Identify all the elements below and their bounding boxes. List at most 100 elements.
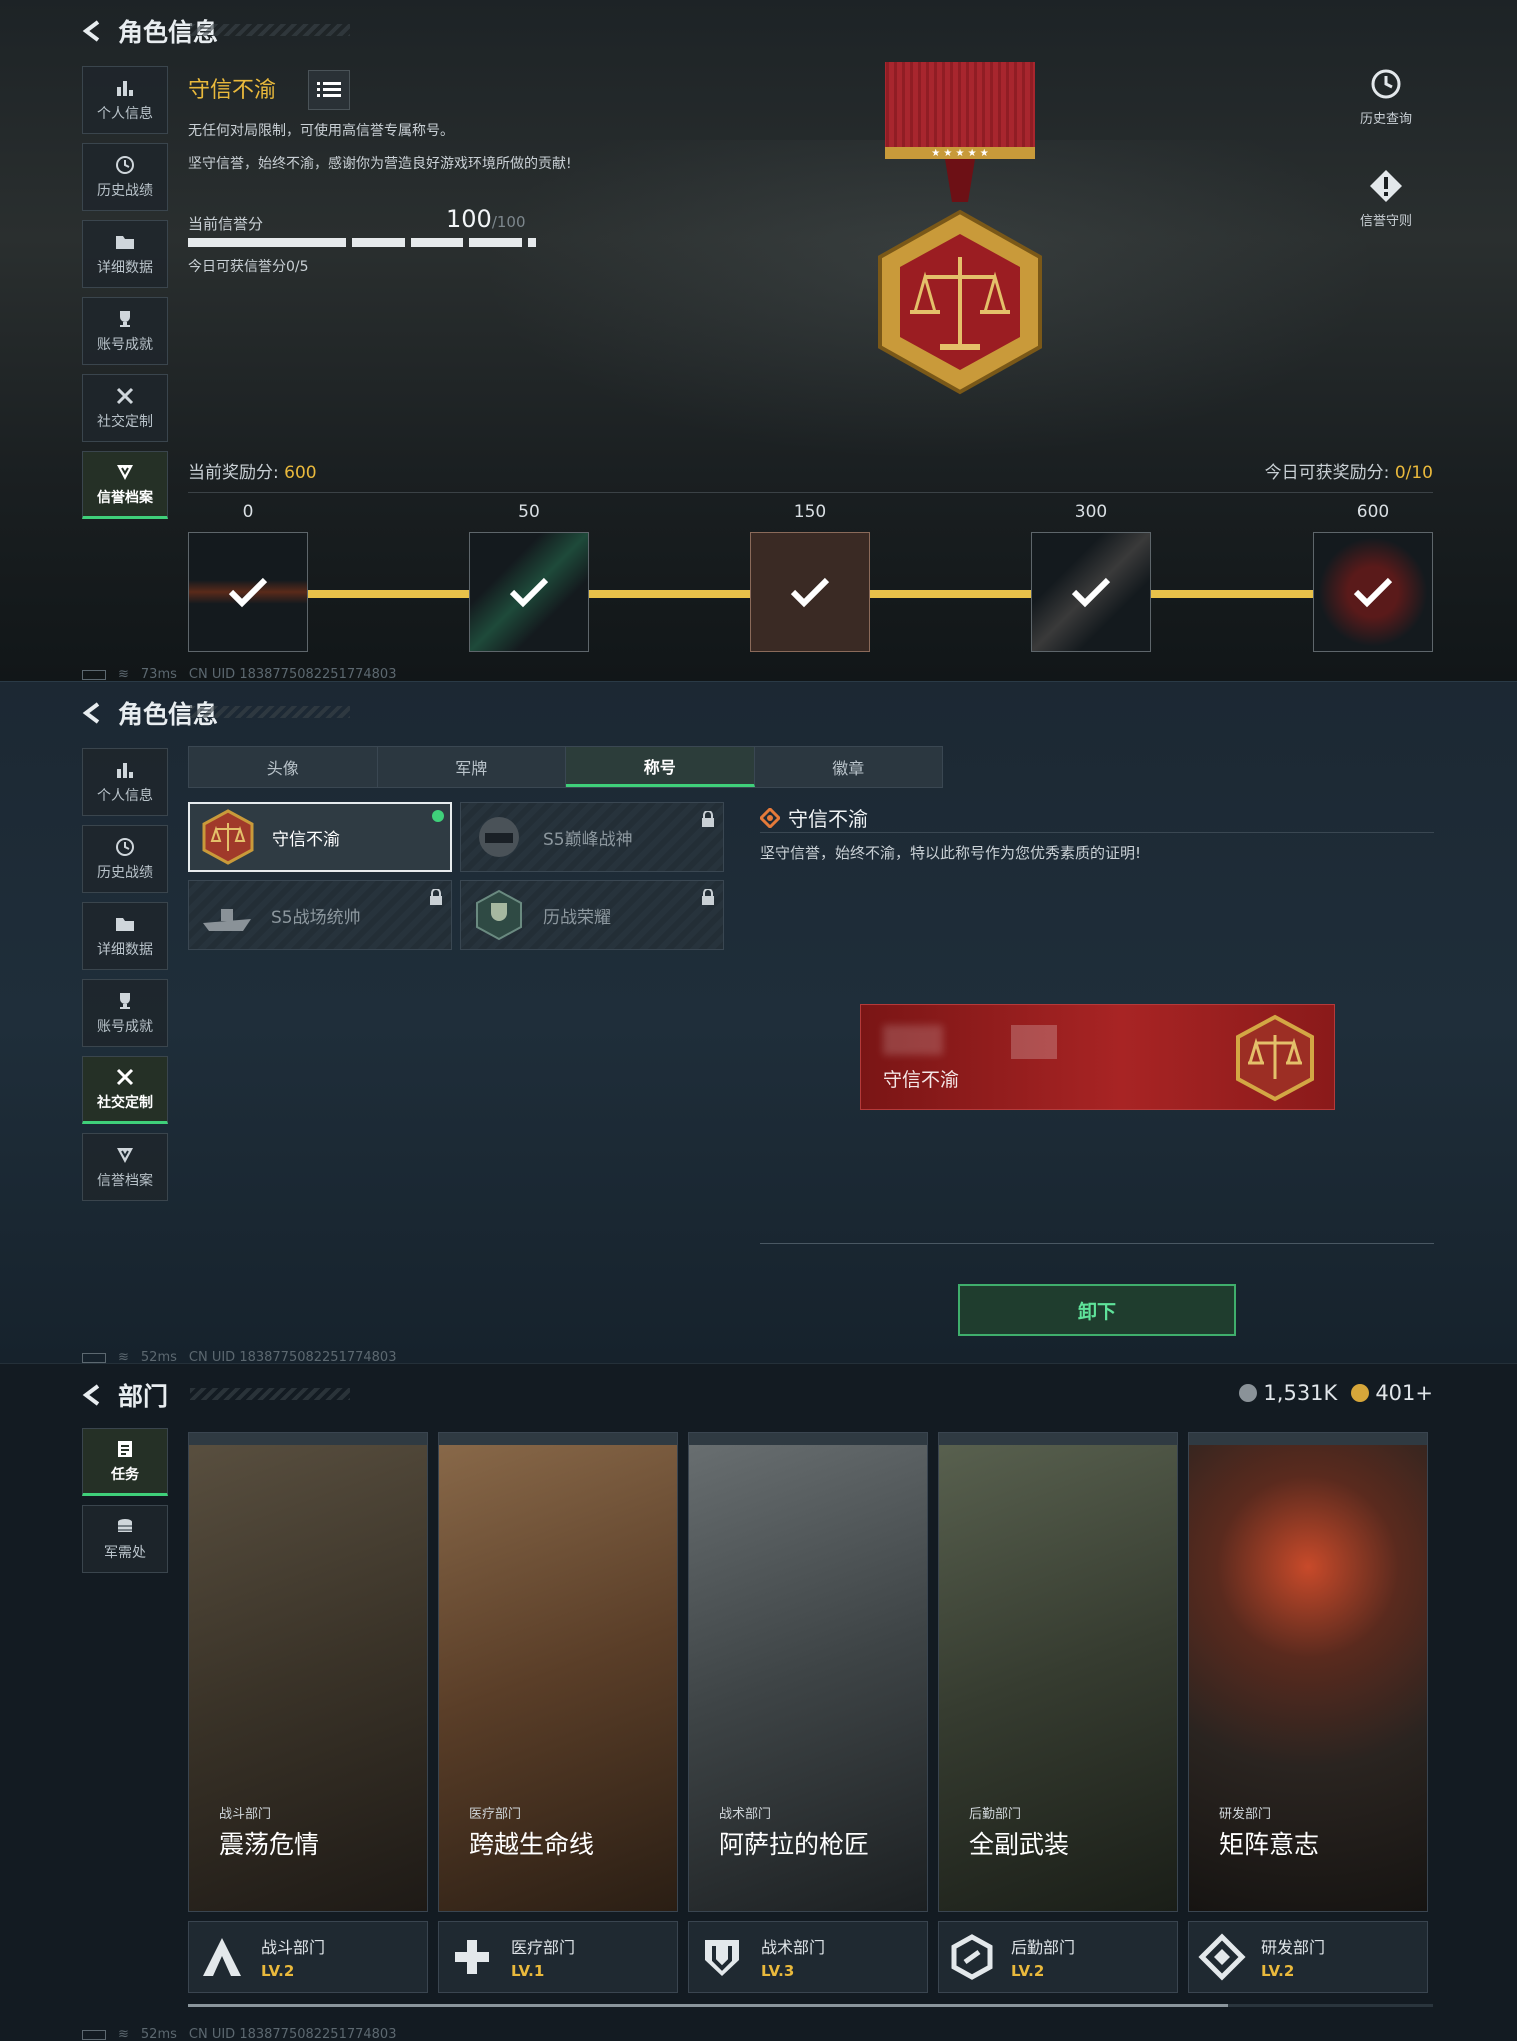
list-button[interactable]: [308, 70, 350, 110]
title-card[interactable]: S5巅峰战神: [460, 802, 724, 872]
history-query-button[interactable]: 历史查询: [1348, 66, 1424, 127]
helmet-badge-icon: [479, 817, 519, 857]
sidebar-item-achievements[interactable]: 账号成就: [82, 297, 168, 365]
currency-display: 1,531K 401+: [1239, 1378, 1433, 1408]
ping-text: 73ms: [140, 667, 177, 681]
department-footer[interactable]: 研发部门 LV.2: [1188, 1921, 1428, 1993]
divider: [760, 832, 1434, 833]
warship-badge-icon: [203, 909, 251, 931]
status-bar: ≋ 52ms CN UID 1838775082251774803: [82, 1350, 396, 1364]
lock-icon: [430, 889, 442, 905]
department-card[interactable]: 战术部门 阿萨拉的枪匠: [688, 1432, 928, 1912]
tab-dogtag[interactable]: 军牌: [378, 747, 566, 787]
progress-segment: [352, 238, 405, 247]
header-stripe: [190, 1388, 350, 1400]
sidebar-item-details[interactable]: 详细数据: [82, 220, 168, 288]
department-card[interactable]: 医疗部门 跨越生命线: [438, 1432, 678, 1912]
department-panel: 部门 1,531K 401+ 任务 军需处 战斗部门 震荡危情 医疗部门 跨越生…: [0, 1363, 1517, 2041]
sidebar-item-history[interactable]: 历史战绩: [82, 143, 168, 211]
card-topbar: [189, 1433, 427, 1445]
sidebar: 个人信息 历史战绩 详细数据 账号成就 社交定制 信誉档案: [82, 748, 168, 1210]
sidebar-item-quartermaster[interactable]: 军需处: [82, 1505, 168, 1573]
score-progress-bar: [188, 238, 537, 247]
back-arrow-icon[interactable]: [82, 20, 104, 42]
title-detail-description: 坚守信誉，始终不渝，特以此称号作为您优秀素质的证明!: [760, 844, 1142, 862]
sidebar-item-social[interactable]: 社交定制: [82, 374, 168, 442]
sidebar-item-social[interactable]: 社交定制: [82, 1056, 168, 1124]
back-arrow-icon[interactable]: [82, 702, 104, 724]
department-footer[interactable]: 战术部门 LV.3: [688, 1921, 928, 1993]
scrollbar-thumb[interactable]: [188, 2004, 1228, 2007]
credit-panel: 角色信息 个人信息 历史战绩 详细数据 账号成就 社交定制 信誉档案 守信不渝 …: [0, 0, 1517, 681]
checkmark-icon: [509, 577, 549, 608]
department-footer[interactable]: 后勤部门 LV.2: [938, 1921, 1178, 1993]
tab-avatar[interactable]: 头像: [189, 747, 378, 787]
milestone-label: 600: [1356, 502, 1390, 522]
scales-badge-icon: [1236, 1014, 1314, 1102]
back-arrow-icon[interactable]: [82, 1384, 104, 1406]
today-score-label: 今日可获信誉分0/5: [188, 259, 309, 275]
sidebar-item-tasks[interactable]: 任务: [82, 1428, 168, 1496]
horizontal-scrollbar[interactable]: [188, 2004, 1433, 2007]
milestone-label: 300: [1074, 502, 1108, 522]
trophy-icon: [120, 311, 130, 327]
battery-icon: [82, 2029, 106, 2040]
title-card[interactable]: 守信不渝: [188, 802, 452, 872]
history-clock-icon: [1371, 69, 1401, 99]
task-list-icon: [118, 1441, 132, 1457]
progress-segment: [469, 238, 523, 247]
reward-node[interactable]: [188, 532, 308, 652]
scales-badge-icon: [202, 809, 254, 865]
title-card[interactable]: S5战场统帅: [188, 880, 452, 950]
ping-text: 52ms: [140, 1350, 177, 1364]
department-card[interactable]: 战斗部门 震荡危情: [188, 1432, 428, 1912]
department-footer[interactable]: 战斗部门 LV.2: [188, 1921, 428, 1993]
tab-title[interactable]: 称号: [566, 747, 755, 787]
tab-badge[interactable]: 徽章: [755, 747, 943, 787]
reward-node[interactable]: [750, 532, 870, 652]
sidebar-item-credit[interactable]: 信誉档案: [82, 1133, 168, 1201]
title-customization-panel: 角色信息 个人信息 历史战绩 详细数据 账号成就 社交定制 信誉档案 头像 军牌…: [0, 681, 1517, 1364]
wifi-icon: ≋: [118, 667, 129, 681]
uid-text: CN UID 1838775082251774803: [188, 2027, 397, 2041]
combat-dept-icon: [203, 1938, 241, 1976]
score-label: 当前信誉分: [188, 215, 264, 233]
department-footer[interactable]: 医疗部门 LV.1: [438, 1921, 678, 1993]
page-title: 部门: [118, 1382, 169, 1411]
department-card[interactable]: 后勤部门 全副武装: [938, 1432, 1178, 1912]
uid-text: CN UID 1838775082251774803: [188, 1350, 397, 1364]
shield-badge-icon: [117, 1148, 133, 1163]
progress-segment: [528, 238, 537, 247]
credit-medal-icon: ★ ★ ★ ★ ★: [878, 62, 1042, 395]
sidebar-item-history[interactable]: 历史战绩: [82, 825, 168, 893]
title-card[interactable]: 历战荣耀: [460, 880, 724, 950]
coins-stack-icon: [118, 1519, 132, 1532]
sidebar-item-personal-info[interactable]: 个人信息: [82, 748, 168, 816]
card-topbar: [439, 1433, 677, 1445]
checkmark-icon: [228, 577, 268, 608]
tactical-shield-icon: [705, 1940, 739, 1976]
sidebar-item-credit[interactable]: 信誉档案: [82, 451, 168, 519]
reward-node[interactable]: [1031, 532, 1151, 652]
reward-node[interactable]: [469, 532, 589, 652]
currency-2: 401+: [1351, 1381, 1433, 1405]
sidebar: 个人信息 历史战绩 详细数据 账号成就 社交定制 信誉档案: [82, 66, 168, 528]
credit-rules-button[interactable]: 信誉守则: [1348, 168, 1424, 229]
sidebar-item-achievements[interactable]: 账号成就: [82, 979, 168, 1047]
card-topbar: [939, 1433, 1177, 1445]
battery-icon: [82, 1352, 106, 1363]
reward-node[interactable]: [1313, 532, 1433, 652]
today-reward: 今日可获奖励分: 0/10: [1264, 463, 1433, 483]
unequip-button[interactable]: 卸下: [958, 1284, 1236, 1336]
sidebar-item-details[interactable]: 详细数据: [82, 902, 168, 970]
gold-coin-icon: [1351, 1384, 1370, 1402]
divider: [188, 492, 1433, 493]
sidebar-item-personal-info[interactable]: 个人信息: [82, 66, 168, 134]
department-card[interactable]: 研发部门 矩阵意志: [1188, 1432, 1428, 1912]
wifi-icon: ≋: [118, 1350, 129, 1364]
research-diamond-icon: [1198, 1933, 1246, 1981]
list-icon: [317, 82, 341, 97]
bar-chart-icon: [117, 81, 133, 96]
tools-icon: [116, 387, 134, 405]
header-stripe: [190, 706, 350, 718]
